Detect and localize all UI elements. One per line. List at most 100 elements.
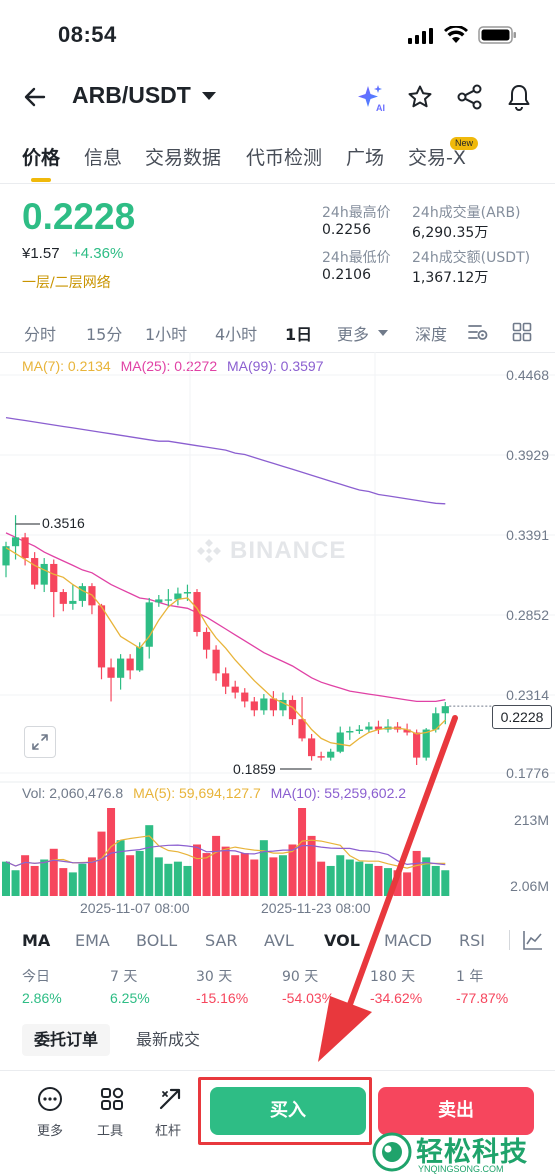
- perf-value-1y: -77.87%: [456, 990, 509, 1006]
- volume-bar: [78, 863, 87, 896]
- star-icon[interactable]: [407, 84, 433, 114]
- y-tick-3: 0.2852: [506, 607, 549, 623]
- volume-bar: [317, 861, 326, 896]
- candle-body: [346, 731, 354, 733]
- buy-button[interactable]: 买入: [210, 1087, 366, 1135]
- interval-15m[interactable]: 15分: [86, 321, 122, 345]
- volume-bar: [164, 863, 173, 896]
- ind-tab-rsi[interactable]: RSI: [459, 931, 485, 950]
- candle-body: [183, 592, 192, 594]
- volume-bar: [40, 859, 49, 896]
- volume-bar: [202, 853, 211, 896]
- ai-sparkle-icon[interactable]: AI: [356, 83, 386, 117]
- candle-body: [422, 729, 430, 758]
- tab-token-check[interactable]: 代币检测: [246, 143, 322, 170]
- candlestick-chart[interactable]: [0, 352, 555, 897]
- candle-body: [317, 756, 325, 758]
- bell-icon[interactable]: [506, 83, 532, 115]
- candle-body: [298, 719, 306, 739]
- volume-bar: [30, 865, 39, 896]
- volume-bar: [116, 840, 125, 896]
- ma7-line: [5, 547, 446, 747]
- volume-bar: [221, 846, 230, 896]
- ind-tab-ema[interactable]: EMA: [75, 931, 110, 950]
- perf-value-today: 2.86%: [22, 990, 62, 1006]
- leverage-icon: [159, 1088, 181, 1110]
- signal-icon: [408, 28, 434, 48]
- volume-bar: [2, 861, 10, 896]
- vol-value-legend: Vol: 2,060,476.8: [22, 785, 124, 801]
- ind-tab-vol[interactable]: VOL: [324, 931, 360, 950]
- volume-bar: [107, 808, 116, 896]
- tab-price[interactable]: 价格: [22, 143, 60, 170]
- site-logo-icon: [372, 1132, 412, 1172]
- grid-layout-icon[interactable]: [512, 322, 532, 346]
- interval-timeline[interactable]: 分时: [24, 321, 56, 345]
- perf-label-7d: 7 天: [110, 969, 138, 985]
- candle-body: [413, 732, 421, 758]
- tab-square[interactable]: 广场: [346, 143, 384, 170]
- price-cny: ¥1.57: [22, 245, 60, 262]
- vol-ma5-legend: MA(5): 59,694,127.7: [133, 785, 261, 801]
- binance-logo-icon: [197, 539, 221, 563]
- candle-body: [336, 732, 344, 752]
- interval-1d[interactable]: 1日: [285, 321, 312, 345]
- volume-bar: [126, 855, 135, 896]
- site-logo-sub: YNQINGSONG.COM: [418, 1164, 504, 1174]
- volume-bar: [49, 848, 58, 896]
- candle-body: [222, 673, 230, 687]
- candle-body: [308, 738, 316, 757]
- volume-bar: [374, 865, 383, 896]
- interval-more[interactable]: 更多: [337, 321, 389, 345]
- interval-1h[interactable]: 1小时: [145, 321, 187, 345]
- interval-more-label: 更多: [337, 325, 370, 344]
- ma99-line: [5, 416, 446, 505]
- candle-body: [155, 599, 163, 603]
- min-price-marker: 0.1859: [233, 761, 276, 777]
- volume-bar: [364, 863, 373, 896]
- volume-bar: [431, 865, 440, 896]
- volume-bar: [212, 835, 221, 896]
- candle-body: [50, 563, 58, 593]
- pair-title: ARB/USDT: [72, 82, 191, 108]
- back-icon[interactable]: [22, 84, 48, 114]
- ind-tab-sar[interactable]: SAR: [205, 931, 238, 950]
- interval-depth[interactable]: 深度: [415, 321, 447, 345]
- tab-trading-data[interactable]: 交易数据: [145, 143, 221, 170]
- volume-bar: [21, 855, 30, 896]
- candle-body: [40, 563, 48, 585]
- ind-tab-ma[interactable]: MA: [22, 931, 50, 950]
- ind-tab-avl[interactable]: AVL: [264, 931, 294, 950]
- volume-bar: [183, 865, 192, 896]
- y-tick-4: 0.2314: [506, 687, 549, 703]
- y-tick-1: 0.3929: [506, 447, 549, 463]
- candle-body: [21, 537, 29, 559]
- tab-latest-trades[interactable]: 最新成交: [136, 1024, 200, 1056]
- volume-bar: [173, 861, 182, 896]
- candle-body: [117, 658, 125, 678]
- candle-body: [97, 605, 106, 668]
- share-icon[interactable]: [456, 84, 484, 114]
- fullscreen-button[interactable]: [24, 726, 56, 758]
- volume-bar: [307, 835, 316, 896]
- network-tag[interactable]: 一层/二层网络: [22, 272, 111, 292]
- svg-text:AI: AI: [376, 103, 385, 113]
- candle-body: [31, 558, 39, 585]
- ind-tab-boll[interactable]: BOLL: [136, 931, 177, 950]
- tab-open-orders[interactable]: 委托订单: [22, 1024, 111, 1056]
- tab-info[interactable]: 信息: [84, 143, 122, 170]
- wifi-icon: [444, 25, 468, 48]
- candle-body: [365, 726, 373, 730]
- indicator-chart-icon[interactable]: [522, 929, 544, 955]
- chart-settings-icon[interactable]: [467, 322, 489, 346]
- ind-tab-macd[interactable]: MACD: [384, 931, 432, 950]
- volume-bar: [403, 872, 412, 896]
- tab-active-indicator: [31, 178, 51, 182]
- volume-bar: [250, 859, 259, 896]
- pair-selector[interactable]: ARB/USDT: [72, 82, 217, 109]
- ind-divider: [509, 930, 510, 950]
- interval-4h[interactable]: 4小时: [215, 321, 257, 345]
- sell-button[interactable]: 卖出: [378, 1087, 534, 1135]
- candle-body: [202, 631, 211, 650]
- volume-bar: [259, 840, 268, 896]
